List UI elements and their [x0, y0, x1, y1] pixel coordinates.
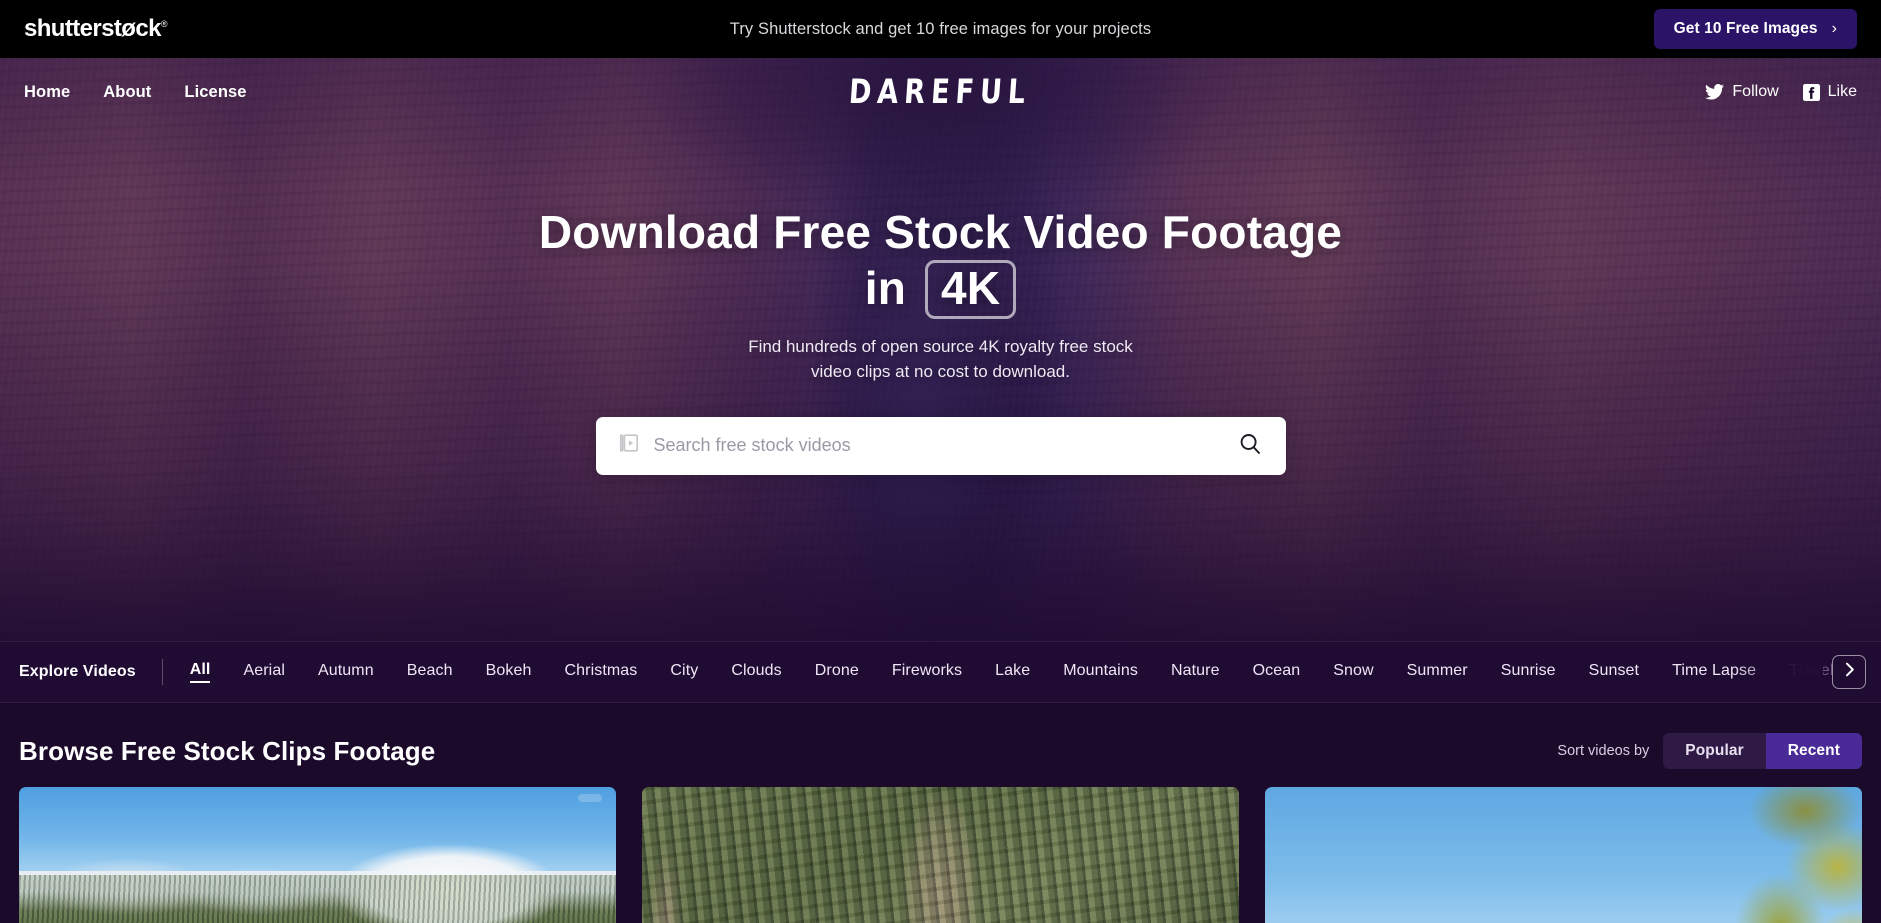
search-icon: [1238, 432, 1262, 459]
category-next-button[interactable]: [1832, 655, 1866, 689]
site-navigation: Home About License DAREFUL Follow Like: [0, 58, 1881, 126]
shutterstock-logo[interactable]: shutterstøck®: [24, 17, 167, 41]
category-item-all[interactable]: All: [189, 661, 211, 683]
category-item-city[interactable]: City: [670, 662, 698, 682]
brand-logo-wrap: DAREFUL: [0, 72, 1881, 111]
category-item-ocean[interactable]: Ocean: [1253, 662, 1301, 682]
category-item-travel[interactable]: Travel: [1789, 662, 1833, 682]
browse-header: Browse Free Stock Clips Footage Sort vid…: [19, 729, 1862, 773]
hero-subtitle: Find hundreds of open source 4K royalty …: [0, 335, 1881, 384]
sort-toggle-group: Popular Recent: [1663, 733, 1862, 769]
promo-cta-label: Get 10 Free Images: [1673, 20, 1818, 37]
video-card-aerial-pine-forest[interactable]: [642, 787, 1239, 923]
facebook-like-label: Like: [1827, 83, 1857, 100]
category-item-sunrise[interactable]: Sunrise: [1501, 662, 1556, 682]
video-file-icon: [618, 432, 640, 459]
hero-title-in: in: [864, 262, 907, 315]
shutterstock-promo-bar: shutterstøck® Try Shutterstock and get 1…: [0, 0, 1881, 58]
search-input[interactable]: [653, 435, 1236, 457]
browse-title: Browse Free Stock Clips Footage: [19, 735, 436, 766]
hero-subtitle-line-1: Find hundreds of open source 4K royalty …: [748, 337, 1133, 357]
category-item-autumn[interactable]: Autumn: [318, 662, 374, 682]
promo-message: Try Shutterstock and get 10 free images …: [729, 19, 1152, 38]
twitter-icon: [1705, 84, 1725, 100]
get-free-images-button[interactable]: Get 10 Free Images ›: [1653, 9, 1857, 49]
facebook-icon: [1802, 83, 1820, 101]
hero-4k-badge: 4K: [925, 260, 1017, 320]
social-links: Follow Like: [1705, 83, 1857, 101]
category-item-beach[interactable]: Beach: [407, 662, 453, 682]
category-list: All Aerial Autumn Beach Bokeh Christmas …: [189, 661, 1881, 683]
category-item-time-lapse[interactable]: Time Lapse: [1672, 662, 1756, 682]
hero-title: Download Free Stock Video Footage in 4K: [0, 204, 1881, 320]
category-item-fireworks[interactable]: Fireworks: [892, 662, 962, 682]
category-item-bokeh[interactable]: Bokeh: [486, 662, 532, 682]
category-item-clouds[interactable]: Clouds: [731, 662, 781, 682]
video-thumbnail-blue-sky-autumn-tree: [1265, 787, 1862, 923]
video-thumbnail-aerial-pine-forest: [642, 787, 1239, 923]
search-bar[interactable]: [595, 416, 1286, 475]
category-item-christmas[interactable]: Christmas: [564, 662, 637, 682]
video-thumbnail-snowy-mountain-range: [19, 787, 616, 923]
chevron-right-icon: ›: [1831, 20, 1837, 37]
browse-section: Browse Free Stock Clips Footage Sort vid…: [0, 703, 1881, 923]
sort-button-popular[interactable]: Popular: [1663, 733, 1765, 769]
category-item-drone[interactable]: Drone: [815, 662, 859, 682]
search-submit-button[interactable]: [1236, 432, 1264, 459]
sort-controls: Sort videos by Popular Recent: [1557, 733, 1862, 769]
hero-content: Download Free Stock Video Footage in 4K …: [0, 126, 1881, 475]
category-item-summer[interactable]: Summer: [1407, 662, 1468, 682]
nav-links: Home About License: [24, 83, 247, 102]
sort-label: Sort videos by: [1557, 743, 1650, 759]
nav-link-about[interactable]: About: [103, 83, 151, 102]
category-divider: [161, 659, 163, 685]
category-item-nature[interactable]: Nature: [1171, 662, 1220, 682]
facebook-like-link[interactable]: Like: [1802, 83, 1857, 101]
category-item-aerial[interactable]: Aerial: [243, 662, 285, 682]
category-item-sunset[interactable]: Sunset: [1589, 662, 1639, 682]
video-card-badge: [578, 794, 602, 802]
hero-section: Home About License DAREFUL Follow Like D…: [0, 58, 1881, 641]
sort-button-recent[interactable]: Recent: [1765, 733, 1862, 769]
category-item-mountains[interactable]: Mountains: [1063, 662, 1138, 682]
category-item-lake[interactable]: Lake: [995, 662, 1030, 682]
shutterstock-logo-text: shutterstøck: [24, 15, 161, 42]
nav-link-home[interactable]: Home: [24, 83, 70, 102]
nav-link-license[interactable]: License: [184, 83, 246, 102]
twitter-follow-label: Follow: [1732, 83, 1779, 100]
category-bar: Explore Videos All Aerial Autumn Beach B…: [0, 641, 1881, 703]
video-grid: [19, 787, 1862, 923]
hero-subtitle-line-2: video clips at no cost to download.: [811, 362, 1070, 382]
registered-mark: ®: [160, 19, 168, 29]
explore-videos-label: Explore Videos: [19, 663, 136, 680]
video-card-blue-sky-autumn-tree[interactable]: [1265, 787, 1862, 923]
video-card-snowy-mountain-range[interactable]: [19, 787, 616, 923]
dareful-logo[interactable]: DAREFUL: [848, 72, 1033, 111]
chevron-right-icon: [1844, 662, 1855, 682]
hero-title-line-1: Download Free Stock Video Footage: [538, 206, 1343, 258]
twitter-follow-link[interactable]: Follow: [1705, 83, 1779, 101]
category-item-snow[interactable]: Snow: [1333, 662, 1373, 682]
